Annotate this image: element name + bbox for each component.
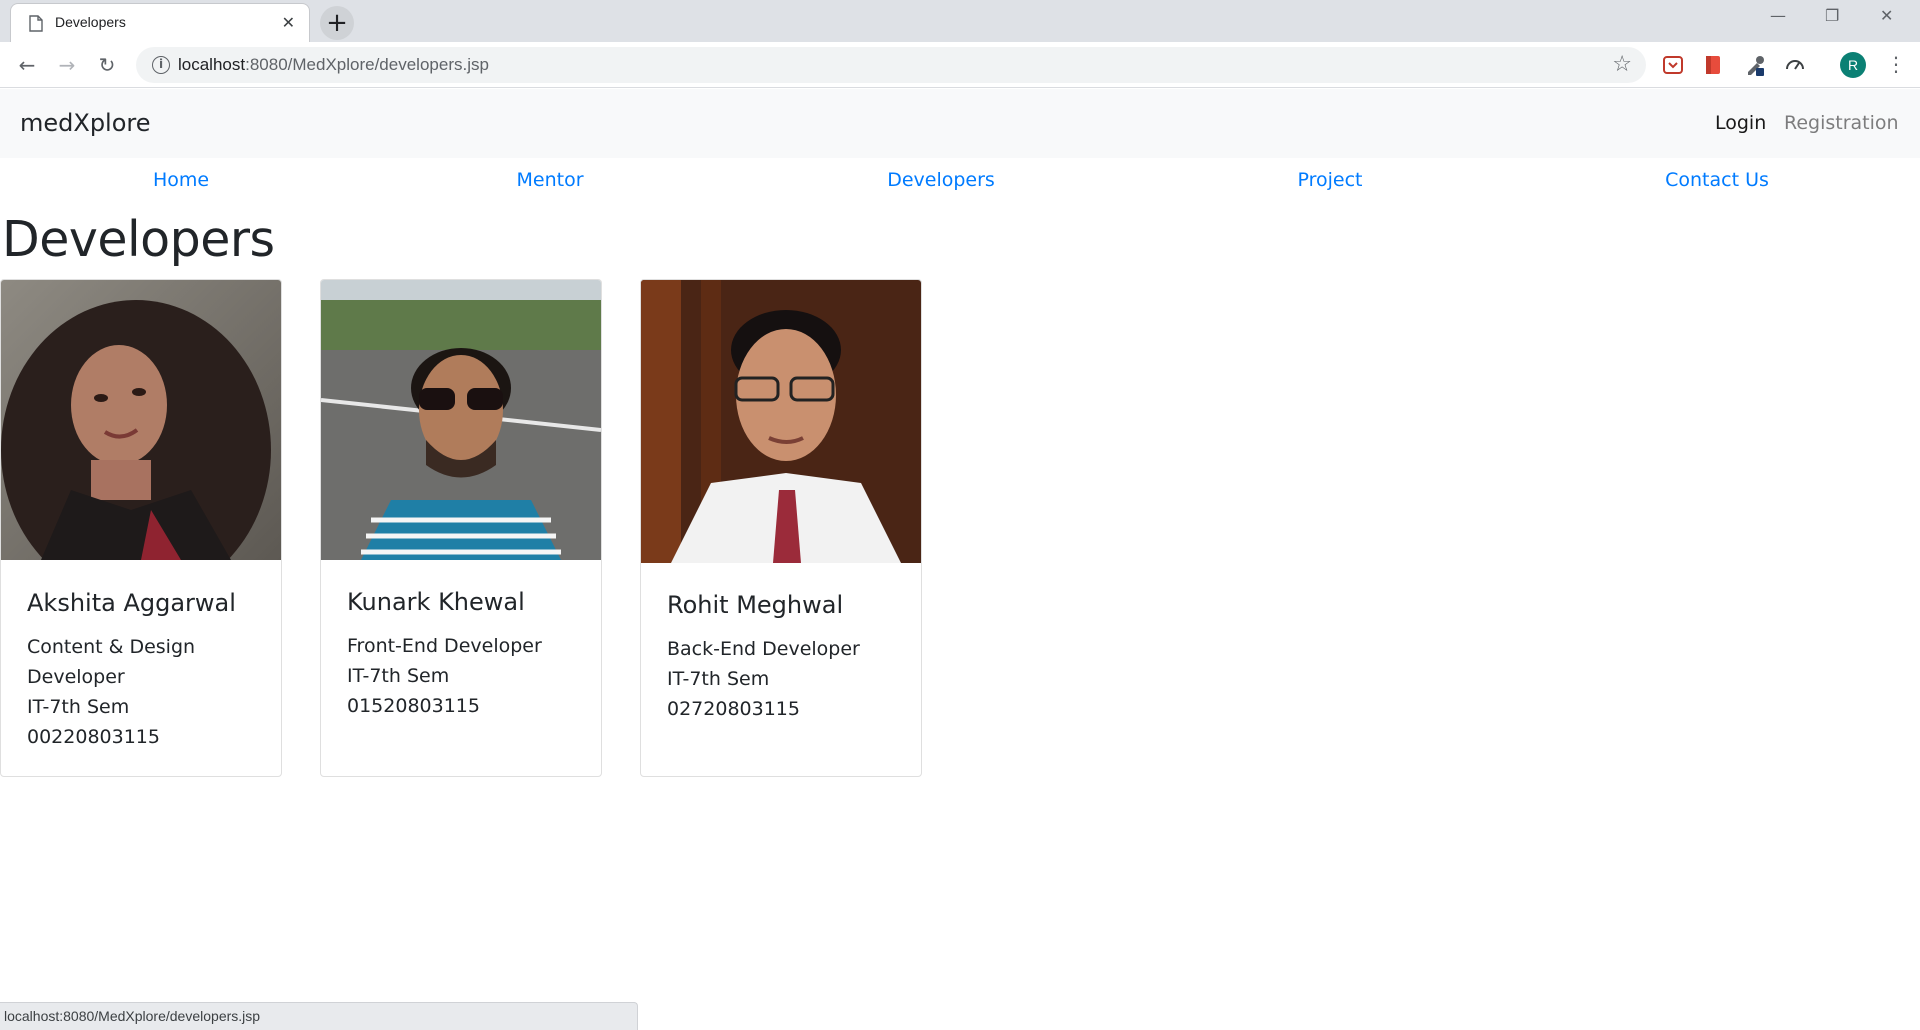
eyedropper-extension-icon[interactable] <box>1744 54 1766 76</box>
developer-photo <box>1 280 281 560</box>
page-title: Developers <box>2 211 275 268</box>
reload-icon[interactable]: ↻ <box>92 50 122 80</box>
developer-card: Rohit Meghwal Back-End Developer IT-7th … <box>640 279 922 777</box>
developer-name: Rohit Meghwal <box>667 591 844 619</box>
status-bar: localhost:8080/MedXplore/developers.jsp <box>0 1002 638 1030</box>
restore-icon[interactable]: ❐ <box>1825 6 1839 25</box>
menu-mentor[interactable]: Mentor <box>516 169 583 191</box>
developer-card: Kunark Khewal Front-End Developer IT-7th… <box>320 279 602 777</box>
bookmark-extension-icon[interactable] <box>1702 54 1724 76</box>
menu-home[interactable]: Home <box>153 169 209 191</box>
bookmark-star-icon[interactable]: ☆ <box>1612 52 1632 77</box>
browser-tabstrip: Developers ✕ + — ❐ ✕ <box>0 0 1920 42</box>
developer-role: Front-End Developer IT-7th Sem 015208031… <box>347 631 587 721</box>
browser-tab[interactable]: Developers ✕ <box>10 3 310 42</box>
page-icon <box>29 15 43 32</box>
menu-project[interactable]: Project <box>1297 169 1362 191</box>
developer-photo <box>641 280 921 563</box>
browser-menu-icon[interactable]: ⋮ <box>1886 52 1906 76</box>
menu-contact-us[interactable]: Contact Us <box>1665 169 1769 191</box>
status-url: localhost:8080/MedXplore/developers.jsp <box>4 1008 261 1024</box>
site-navbar: medXplore Login Registration <box>0 89 1920 158</box>
registration-link[interactable]: Registration <box>1784 112 1899 134</box>
profile-avatar[interactable]: R <box>1840 52 1866 78</box>
developer-roll: 00220803115 <box>27 726 160 748</box>
back-arrow-icon[interactable]: ← <box>12 50 42 80</box>
forward-arrow-icon[interactable]: → <box>52 50 82 80</box>
tab-close-icon[interactable]: ✕ <box>282 14 295 32</box>
info-icon[interactable]: i <box>152 56 170 74</box>
developer-role: Back-End Developer IT-7th Sem 0272080311… <box>667 634 907 724</box>
developer-name: Kunark Khewal <box>347 588 525 616</box>
close-window-icon[interactable]: ✕ <box>1880 6 1893 25</box>
address-bar[interactable]: i localhost:8080/MedXplore/developers.js… <box>136 47 1646 83</box>
developer-semester: IT-7th Sem <box>667 668 770 690</box>
developer-semester: IT-7th Sem <box>27 696 130 718</box>
pocket-extension-icon[interactable] <box>1662 54 1684 76</box>
minimize-icon[interactable]: — <box>1770 6 1786 25</box>
developer-role: Content & Design Developer IT-7th Sem 00… <box>27 632 267 752</box>
login-link[interactable]: Login <box>1715 112 1766 134</box>
developer-roll: 02720803115 <box>667 698 800 720</box>
main-menu: Home Mentor Developers Project Contact U… <box>0 169 1920 199</box>
developer-name: Akshita Aggarwal <box>27 589 236 617</box>
browser-toolbar: ← → ↻ i localhost:8080/MedXplore/develop… <box>0 42 1920 88</box>
developer-photo <box>321 280 601 560</box>
page: medXplore Login Registration Home Mentor… <box>0 89 1920 1030</box>
menu-developers[interactable]: Developers <box>887 169 995 191</box>
developer-card: Akshita Aggarwal Content & Design Develo… <box>0 279 282 777</box>
tab-title: Developers <box>55 14 126 30</box>
url-text[interactable]: localhost:8080/MedXplore/developers.jsp <box>178 55 489 75</box>
speedometer-extension-icon[interactable] <box>1784 54 1806 76</box>
developer-semester: IT-7th Sem <box>347 665 450 687</box>
new-tab-button[interactable]: + <box>320 6 354 40</box>
site-brand[interactable]: medXplore <box>20 109 151 137</box>
developer-roll: 01520803115 <box>347 695 480 717</box>
